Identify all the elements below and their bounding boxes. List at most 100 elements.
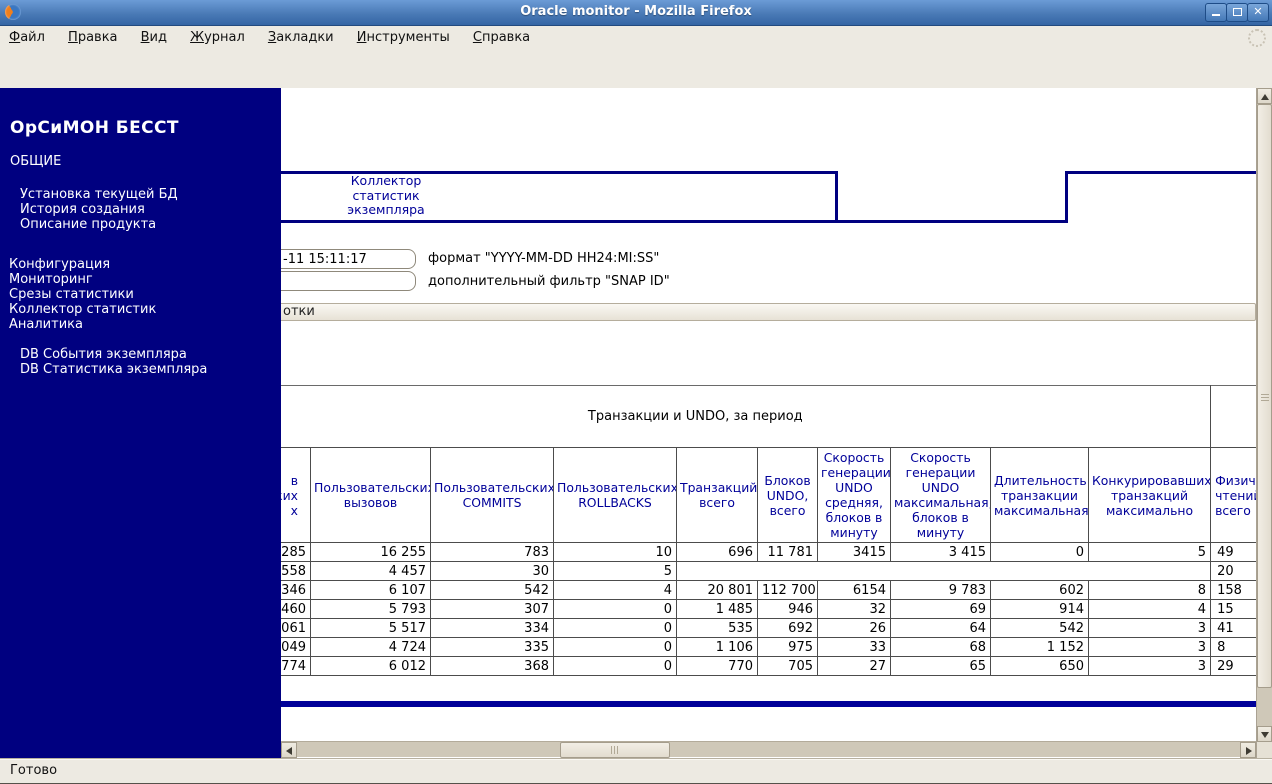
table-cell: 29 (1210, 656, 1256, 676)
horizontal-scrollbar[interactable] (281, 741, 1256, 758)
table-row: 460 5 793 307 0 1 485 946 32 69 914 4 15 (180, 599, 1256, 619)
table-cell: 946 (757, 599, 818, 619)
scroll-up-icon[interactable] (1257, 88, 1272, 104)
tab-statistics-collector[interactable]: Коллектор статистик экземпляра (328, 173, 444, 218)
sidebar-link-product-description[interactable]: Описание продукта (20, 217, 156, 232)
table-cell: 3 415 (890, 542, 991, 562)
menu-tools[interactable]: Инструменты (348, 27, 459, 48)
scroll-down-icon[interactable] (1257, 726, 1272, 742)
menu-file[interactable]: Файл (0, 27, 54, 48)
table-cell: 6 012 (310, 656, 431, 676)
vertical-scrollbar[interactable] (1256, 88, 1272, 758)
sidebar-section-general: ОБЩИЕ (10, 154, 62, 169)
scroll-right-icon[interactable] (1240, 742, 1256, 758)
page-content: Коллектор статистик экземпляра формат "Y… (0, 88, 1256, 758)
table-row: 061 5 517 334 0 535 692 26 64 542 3 41 (180, 618, 1256, 638)
column-header[interactable]: Физических чтений всего (1210, 447, 1256, 543)
table-cell: 112 700 (757, 580, 818, 600)
minimize-icon (1212, 14, 1220, 16)
tab-strip-line (835, 171, 838, 223)
sidebar-link-set-current-db[interactable]: Установка текущей БД (20, 187, 178, 202)
scrollbar-corner (1257, 742, 1272, 758)
title-bar: Oracle monitor - Mozilla Firefox ✕ (0, 0, 1272, 26)
menu-history[interactable]: Журнал (181, 27, 254, 48)
minimize-button[interactable] (1205, 3, 1227, 22)
table-cell: 30 (430, 561, 554, 581)
menu-bookmarks[interactable]: Закладки (259, 27, 343, 48)
sidebar-link-configuration[interactable]: Конфигурация (9, 257, 110, 272)
status-text: Готово (10, 763, 58, 778)
column-header[interactable]: Пользовательских COMMITS (430, 447, 554, 543)
sidebar-link-statistics-snapshots[interactable]: Срезы статистики (9, 287, 134, 302)
horizontal-scrollbar-thumb[interactable] (560, 742, 670, 758)
table-cell: 6154 (817, 580, 891, 600)
table-cell: 8 (1087, 580, 1212, 600)
column-header[interactable]: Скорость генерации UNDO средняя, блоков … (817, 447, 891, 543)
table-cell: 8 (1210, 637, 1256, 657)
sidebar-link-monitoring[interactable]: Мониторинг (9, 272, 93, 287)
tab-strip-line (1065, 171, 1068, 223)
table-cell: 0 (553, 656, 677, 676)
snap-id-filter-label: дополнительный фильтр "SNAP ID" (428, 274, 670, 289)
column-header[interactable]: Пользовательских вызовов (310, 447, 431, 543)
menu-help[interactable]: Справка (464, 27, 539, 48)
table-cell: 41 (1210, 618, 1256, 638)
throbber-icon (1248, 29, 1266, 47)
table-cell: 158 (1210, 580, 1256, 600)
table-cell: 3415 (817, 542, 891, 562)
table-cell: 542 (430, 580, 554, 600)
table-cell: 3 (1087, 637, 1212, 657)
column-header[interactable]: Скорость генерации UNDO максимальная, бл… (890, 447, 991, 543)
table-cell: 975 (757, 637, 818, 657)
window-title: Oracle monitor - Mozilla Firefox (520, 4, 752, 19)
table-cell: 20 (1210, 561, 1256, 581)
sidebar-link-statistics-collector[interactable]: Коллектор статистик (9, 302, 156, 317)
sidebar-link-analytics[interactable]: Аналитика (9, 317, 83, 332)
table-cell: 65 (890, 656, 991, 676)
status-bar: Готово (0, 758, 1272, 783)
table-cell: 49 (1210, 542, 1256, 562)
menu-edit[interactable]: Правка (59, 27, 126, 48)
periods-panel-button[interactable]: отки (180, 303, 1256, 321)
tab-strip-line (1068, 171, 1256, 174)
close-button[interactable]: ✕ (1247, 3, 1269, 22)
table-cell: 5 (553, 561, 677, 581)
table-cell: 0 (553, 599, 677, 619)
table-cell: 1 152 (990, 637, 1089, 657)
table-cell: 0 (990, 542, 1089, 562)
sidebar-link-db-instance-statistics[interactable]: DB Статистика экземпляра (20, 362, 207, 377)
column-header[interactable]: Длительность транзакции максимальная (990, 447, 1089, 543)
table-cell: 15 (1210, 599, 1256, 619)
sidebar-link-creation-history[interactable]: История создания (20, 202, 145, 217)
table-cell: 705 (757, 656, 818, 676)
table-cell: 20 801 (676, 580, 758, 600)
table-cell: 535 (676, 618, 758, 638)
table-bottom-separator (180, 701, 1256, 707)
sidebar-brand: ОрСиМОН БЕССТ (10, 118, 179, 138)
column-header[interactable]: Транзакций всего (676, 447, 758, 543)
maximize-button[interactable] (1226, 3, 1248, 22)
table-cell: 335 (430, 637, 554, 657)
table-cell: 5 793 (310, 599, 431, 619)
table-cell: 68 (890, 637, 991, 657)
vertical-scrollbar-thumb[interactable] (1257, 104, 1272, 688)
scroll-left-icon[interactable] (281, 742, 297, 758)
table-cell: 696 (676, 542, 758, 562)
table-cell: 32 (817, 599, 891, 619)
sidebar-link-db-instance-events[interactable]: DB События экземпляра (20, 347, 187, 362)
table-cell: 542 (990, 618, 1089, 638)
table-cell: 368 (430, 656, 554, 676)
table-cell: 0 (553, 618, 677, 638)
column-header[interactable]: Блоков UNDO, всего (757, 447, 818, 543)
column-header[interactable]: Пользовательских ROLLBACKS (553, 447, 677, 543)
column-header[interactable]: Конкурировавших транзакций максимально (1087, 447, 1212, 543)
table-cell: 64 (890, 618, 991, 638)
navigation-toolbar: ← → ▾ ↻ ✕ ▶ ▾ G ▾ (0, 48, 1272, 130)
stats-table: Транзакции и UNDO, за период в ких х Поль… (180, 385, 1256, 676)
table-cell: 10 (553, 542, 677, 562)
table-title-side-cell (1210, 385, 1256, 448)
menu-view[interactable]: Вид (132, 27, 176, 48)
table-cell: 1 106 (676, 637, 758, 657)
table-cell: 783 (430, 542, 554, 562)
table-title-row: Транзакции и UNDO, за период (180, 385, 1256, 448)
